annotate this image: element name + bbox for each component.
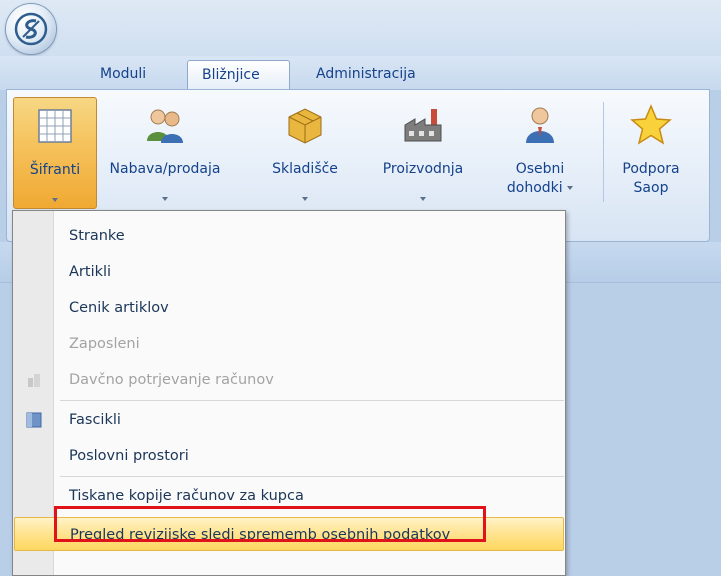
saop-label: Saop (633, 180, 669, 196)
ribbon-tab-bar: Moduli Bližnjice Administracija (0, 56, 721, 90)
podpora-saop-button[interactable]: Podpora Saop (611, 97, 691, 209)
chevron-down-icon (365, 195, 481, 203)
skladisce-label: Skladišče (272, 161, 338, 177)
skladisce-button[interactable]: Skladišče (263, 97, 347, 209)
menu-item-label: Davčno potrjevanje računov (69, 372, 274, 388)
menu-item-cenik-artiklov[interactable]: Cenik artiklov (14, 291, 564, 325)
grid-table-icon (38, 109, 72, 143)
tab-moduli[interactable]: Moduli (86, 60, 160, 90)
menu-separator (60, 476, 564, 477)
proizvodnja-label: Proizvodnja (382, 161, 464, 177)
highlight-annotation-box (54, 506, 486, 542)
chevron-down-icon (567, 186, 574, 190)
menu-item-poslovni-prostori[interactable]: Poslovni prostori (14, 439, 564, 473)
nabava-prodaja-button[interactable]: Nabava/prodaja (101, 97, 229, 209)
osebni-label: Osebni (515, 161, 565, 177)
menu-item-label: Cenik artiklov (69, 300, 169, 316)
menu-item-davcno-potrjevanje: Davčno potrjevanje računov (14, 363, 564, 397)
chevron-down-icon (14, 196, 96, 204)
sifranti-label: Šifranti (29, 162, 81, 178)
menu-item-label: Zaposleni (69, 336, 140, 352)
menu-separator (60, 400, 564, 401)
menu-item-label: Fascikli (69, 412, 121, 428)
menu-item-artikli[interactable]: Artikli (14, 255, 564, 289)
title-bar (0, 0, 721, 56)
proizvodnja-button[interactable]: Proizvodnja (365, 97, 481, 209)
factory-icon (404, 109, 442, 142)
osebni-dohodki-button[interactable]: Osebni dohodki (491, 97, 589, 209)
app-menu-button[interactable] (6, 4, 56, 54)
nabava-prodaja-label: Nabava/prodaja (109, 161, 221, 177)
dohodki-label: dohodki (491, 179, 589, 198)
boxes-icon (288, 108, 322, 144)
person-icon (526, 107, 554, 143)
chevron-down-icon (101, 195, 229, 203)
podpora-label: Podpora (622, 161, 680, 177)
building-icon (28, 374, 40, 387)
menu-item-fascikli[interactable]: Fascikli (14, 403, 564, 437)
people-icon (147, 109, 183, 143)
menu-item-label: Artikli (69, 264, 112, 280)
folder-icon (26, 412, 42, 428)
chevron-down-icon (263, 195, 347, 203)
sifranti-button[interactable]: Šifranti (13, 97, 97, 209)
saop-logo-icon (14, 12, 48, 46)
tab-bliznjice[interactable]: Bližnjice (187, 60, 290, 90)
menu-item-label: Poslovni prostori (69, 448, 189, 464)
menu-item-label: Stranke (69, 228, 125, 244)
menu-item-zaposleni: Zaposleni (14, 327, 564, 361)
tab-administracija[interactable]: Administracija (302, 60, 430, 90)
ribbon-separator (603, 102, 604, 202)
star-icon (630, 104, 672, 145)
menu-item-stranke[interactable]: Stranke (14, 219, 564, 253)
